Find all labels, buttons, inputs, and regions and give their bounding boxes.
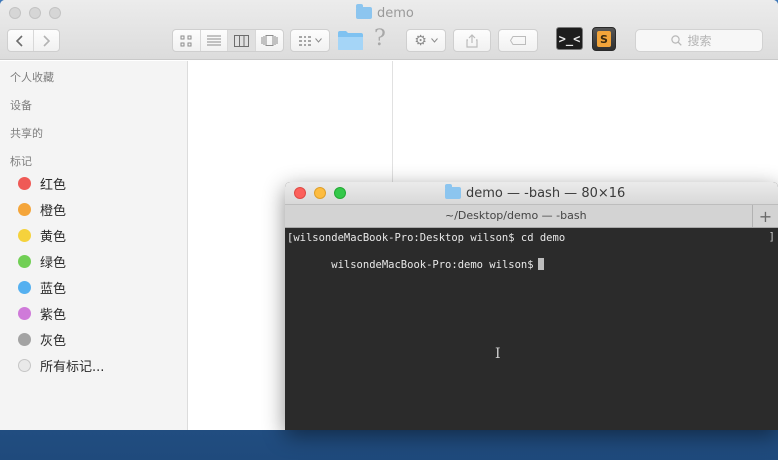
new-folder-button[interactable] bbox=[337, 30, 364, 55]
folder-icon bbox=[356, 4, 372, 19]
finder-toolbar: demo ? ⚙ >_< S 搜索 bbox=[0, 0, 778, 60]
terminal-title-text: demo — -bash — 80×16 bbox=[466, 185, 626, 201]
view-mode-control bbox=[172, 29, 284, 52]
action-button[interactable]: ⚙ bbox=[406, 29, 446, 52]
text-cursor bbox=[537, 258, 544, 270]
help-icon[interactable]: ? bbox=[374, 26, 386, 51]
terminal-line: [wilsondeMacBook-Pro:Desktop wilson$ cd … bbox=[287, 232, 566, 244]
yellow-tag-icon bbox=[18, 228, 31, 242]
finder-close-button[interactable] bbox=[9, 7, 21, 19]
terminal-prompt: wilsondeMacBook-Pro:demo wilson$ bbox=[324, 259, 534, 271]
chevron-down-icon bbox=[430, 38, 438, 43]
all-tags-label: 所有标记... bbox=[40, 359, 105, 375]
tag-button[interactable] bbox=[498, 29, 538, 52]
sidebar-tag-purple[interactable]: 紫色 bbox=[18, 302, 66, 324]
search-input[interactable] bbox=[687, 33, 728, 48]
green-tag-icon bbox=[18, 254, 31, 268]
column-view-button[interactable] bbox=[228, 30, 256, 51]
sidebar-all-tags[interactable]: 所有标记... bbox=[18, 354, 104, 376]
gallery-view-button[interactable] bbox=[256, 30, 283, 51]
ibeam-cursor-icon: I bbox=[495, 346, 501, 362]
gear-icon: ⚙ bbox=[414, 32, 427, 49]
sidebar-section-favorites[interactable]: 个人收藏 bbox=[10, 69, 54, 85]
sublime-text-icon[interactable]: S bbox=[592, 27, 616, 51]
sidebar-tag-green[interactable]: 绿色 bbox=[18, 250, 66, 272]
arrange-grid-icon bbox=[299, 35, 311, 46]
list-view-button[interactable] bbox=[201, 30, 228, 51]
terminal-close-button[interactable] bbox=[294, 187, 306, 199]
terminal-titlebar[interactable]: demo — -bash — 80×16 bbox=[285, 182, 778, 204]
terminal-tab[interactable]: ~/Desktop/demo — -bash bbox=[445, 209, 587, 222]
finder-title: demo bbox=[356, 4, 414, 22]
share-icon bbox=[466, 33, 478, 48]
terminal-tab-bar: ~/Desktop/demo — -bash + bbox=[285, 204, 778, 228]
sidebar-tag-blue[interactable]: 蓝色 bbox=[18, 276, 66, 298]
columns-icon bbox=[233, 34, 249, 47]
chevron-right-icon bbox=[43, 34, 51, 47]
terminal-app-icon[interactable]: >_< bbox=[556, 27, 583, 50]
cover-flow-icon bbox=[261, 35, 278, 46]
terminal-minimize-button[interactable] bbox=[314, 187, 326, 199]
tag-label: 绿色 bbox=[40, 255, 67, 271]
sidebar-section-devices[interactable]: 设备 bbox=[10, 97, 32, 113]
forward-button[interactable] bbox=[34, 30, 59, 51]
purple-tag-icon bbox=[18, 306, 31, 320]
folder-icon bbox=[445, 184, 461, 199]
grid-icon bbox=[180, 35, 192, 46]
new-tab-button[interactable]: + bbox=[752, 205, 778, 227]
tag-label: 橙色 bbox=[40, 203, 67, 219]
chevron-down-icon bbox=[315, 38, 322, 43]
chevron-left-icon bbox=[16, 34, 23, 47]
tag-label: 灰色 bbox=[40, 333, 67, 349]
search-field[interactable] bbox=[635, 29, 763, 52]
sidebar-tag-yellow[interactable]: 黄色 bbox=[18, 224, 66, 246]
tag-label: 黄色 bbox=[40, 229, 67, 245]
terminal-bracket: ] bbox=[768, 231, 775, 243]
back-button[interactable] bbox=[8, 30, 34, 51]
icon-view-button[interactable] bbox=[173, 30, 201, 51]
tag-label: 红色 bbox=[40, 177, 67, 193]
finder-minimize-button[interactable] bbox=[29, 7, 41, 19]
terminal-output[interactable]: [wilsondeMacBook-Pro:Desktop wilson$ cd … bbox=[285, 228, 778, 430]
blue-folder-icon bbox=[338, 31, 363, 50]
tag-icon bbox=[510, 36, 526, 45]
sidebar-section-tags[interactable]: 标记 bbox=[10, 153, 32, 169]
sidebar-section-shared[interactable]: 共享的 bbox=[10, 125, 43, 141]
finder-zoom-button[interactable] bbox=[49, 7, 61, 19]
sidebar-tag-gray[interactable]: 灰色 bbox=[18, 328, 66, 350]
orange-tag-icon bbox=[18, 202, 31, 216]
nav-buttons bbox=[7, 29, 60, 52]
all-tags-icon bbox=[18, 358, 31, 372]
finder-title-text: demo bbox=[377, 5, 414, 21]
sidebar-tag-red[interactable]: 红色 bbox=[18, 172, 66, 194]
arrange-button[interactable] bbox=[290, 29, 330, 52]
search-icon bbox=[670, 35, 682, 46]
sidebar-tag-orange[interactable]: 橙色 bbox=[18, 198, 66, 220]
terminal-zoom-button[interactable] bbox=[334, 187, 346, 199]
blue-tag-icon bbox=[18, 280, 31, 294]
terminal-window: demo — -bash — 80×16 ~/Desktop/demo — -b… bbox=[285, 182, 778, 430]
terminal-title: demo — -bash — 80×16 bbox=[445, 184, 626, 201]
tag-label: 紫色 bbox=[40, 307, 67, 323]
tag-label: 蓝色 bbox=[40, 281, 67, 297]
share-button[interactable] bbox=[453, 29, 491, 52]
gray-tag-icon bbox=[18, 332, 31, 346]
list-icon bbox=[206, 35, 221, 46]
finder-sidebar: 个人收藏 设备 共享的 标记 红色 橙色 黄色 绿色 蓝色 紫色 灰色 所有标记… bbox=[0, 61, 188, 430]
red-tag-icon bbox=[18, 176, 31, 190]
terminal-prompt-line: wilsondeMacBook-Pro:demo wilson$ bbox=[287, 246, 544, 283]
